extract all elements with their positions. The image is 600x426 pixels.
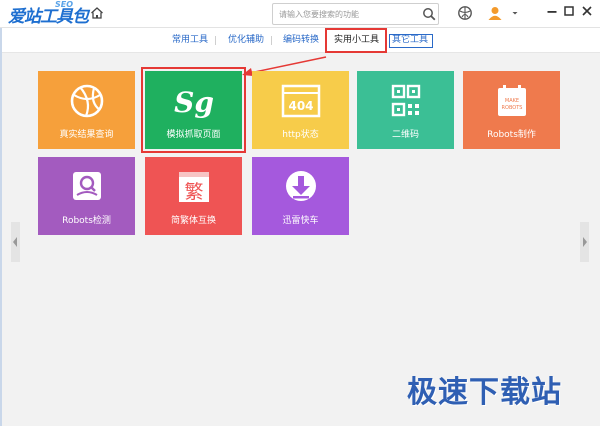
chevron-down-icon[interactable] <box>511 5 519 21</box>
chevron-right-icon <box>583 237 587 247</box>
tile-simp-trad-convert[interactable]: 繁 简繁体互换 <box>145 157 242 235</box>
search-box <box>272 3 439 25</box>
qrcode-icon <box>391 84 421 117</box>
scroll-right-button[interactable] <box>580 222 589 262</box>
close-icon <box>582 6 592 16</box>
tab-other-tools[interactable]: 其它工具 <box>392 31 428 49</box>
fan-character-icon: 繁 <box>179 172 209 203</box>
maximize-button[interactable] <box>562 4 576 20</box>
download-icon <box>286 171 316 201</box>
skin-icon[interactable] <box>457 5 473 21</box>
logo-text: 爱站工具包 <box>8 7 89 27</box>
tile-robots-make[interactable]: MAKE ROBOTS Robots制作 <box>463 71 560 149</box>
close-button[interactable] <box>580 4 594 20</box>
search-input[interactable] <box>279 6 419 22</box>
basketball-icon <box>70 84 104 118</box>
tile-highlight-annotation <box>141 67 246 153</box>
title-bar: 爱站工具包 SEO <box>0 0 600 28</box>
tile-label: 二维码 <box>391 130 419 140</box>
user-icon[interactable] <box>487 5 503 21</box>
tile-thunder-flashget[interactable]: 迅雷快车 <box>252 157 349 235</box>
tile-robots-check[interactable]: Robots检测 <box>38 157 135 235</box>
search-icon[interactable] <box>422 7 436 21</box>
tile-label: http状态 <box>282 130 319 140</box>
tab-separator <box>271 36 272 45</box>
robots-calendar-icon: MAKE ROBOTS <box>498 85 526 116</box>
http-404-text: 404 <box>288 99 313 113</box>
tile-label: Robots检测 <box>62 216 111 226</box>
watermark: 极速下载站 <box>407 375 562 410</box>
404-icon: 404 <box>281 84 321 118</box>
app-logo: 爱站工具包 SEO <box>8 0 89 27</box>
make-text: MAKE <box>505 98 519 104</box>
home-icon[interactable] <box>90 6 104 20</box>
tile-label: Robots制作 <box>487 130 536 140</box>
robots-text: ROBOTS <box>502 105 523 111</box>
maximize-icon <box>564 6 574 16</box>
scroll-left-button[interactable] <box>11 222 20 262</box>
fan-text: 繁 <box>184 181 203 203</box>
tab-optimization[interactable]: 优化辅助 <box>228 31 264 49</box>
tile-label: 真实结果查询 <box>59 130 114 140</box>
tab-common-tools[interactable]: 常用工具 <box>172 31 208 49</box>
tab-separator <box>215 36 216 45</box>
tile-qrcode[interactable]: 二维码 <box>357 71 454 149</box>
tile-label: 迅雷快车 <box>282 216 319 226</box>
window-left-edge <box>0 28 2 426</box>
tab-encoding[interactable]: 编码转换 <box>283 31 319 49</box>
tab-highlight-annotation <box>325 28 387 53</box>
minimize-icon <box>547 11 557 13</box>
tab-bar: 常用工具 优化辅助 编码转换 实用小工具 其它工具 <box>0 28 600 53</box>
tile-http-status[interactable]: 404 http状态 <box>252 71 349 149</box>
robots-inspect-icon <box>73 172 101 200</box>
tile-real-result-query[interactable]: 真实结果查询 <box>38 71 135 149</box>
logo-sup: SEO <box>55 0 74 9</box>
minimize-button[interactable] <box>545 4 559 20</box>
chevron-left-icon <box>13 237 17 247</box>
tile-label: 简繁体互换 <box>170 216 216 226</box>
